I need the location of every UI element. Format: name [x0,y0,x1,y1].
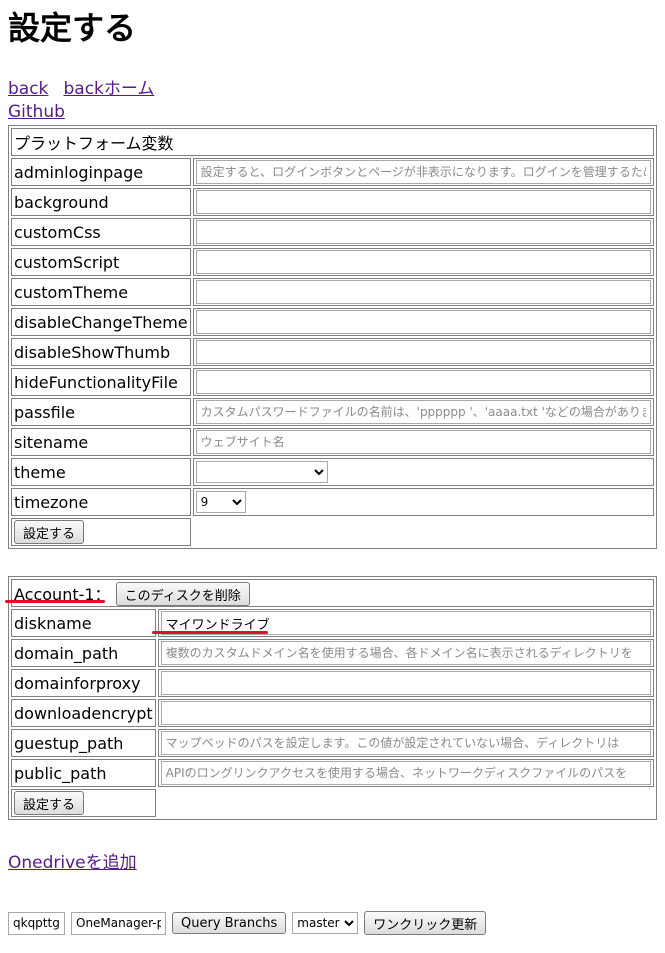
domain-path-input[interactable] [160,641,651,665]
hidefunctionalityfile-input[interactable] [195,370,651,394]
field-label: adminloginpage [11,158,191,186]
account-row-domainforproxy: domainforproxy [11,669,654,697]
field-label: downloadencrypt [11,699,156,727]
platform-row-disablechangetheme: disableChangeTheme [11,308,654,336]
one-click-update-button[interactable]: ワンクリック更新 [364,911,487,935]
annotation-underline-account [5,600,105,603]
platform-submit-button[interactable]: 設定する [14,520,85,544]
field-label: timezone [11,488,191,516]
field-label: domainforproxy [11,669,156,697]
platform-row-customscript: customScript [11,248,654,276]
platform-row-disableshowthumb: disableShowThumb [11,338,654,366]
field-label: hideFunctionalityFile [11,368,191,396]
nav-links: back backホーム [8,78,154,100]
delete-disk-button[interactable]: このディスクを削除 [115,581,250,606]
account-row-diskname: diskname [11,609,654,637]
github-nav: Github [8,101,65,123]
platform-header-row: プラットフォーム変数 [11,128,654,156]
platform-row-background: background [11,188,654,216]
account-row-guestup-path: guestup_path [11,729,654,757]
public-path-input[interactable] [160,761,651,785]
adminloginpage-input[interactable] [195,160,651,184]
platform-row-timezone: timezone 9 [11,488,654,516]
field-label: customTheme [11,278,191,306]
account-submit-button[interactable]: 設定する [14,791,85,815]
platform-row-sitename: sitename [11,428,654,456]
customtheme-input[interactable] [195,280,651,304]
domainforproxy-input[interactable] [160,671,651,695]
account-row-public-path: public_path [11,759,654,787]
customcss-input[interactable] [195,220,651,244]
disableshowthumb-input[interactable] [195,340,651,364]
field-label: disableShowThumb [11,338,191,366]
query-branchs-button[interactable]: Query Branchs [172,912,287,934]
field-label: passfile [11,398,191,426]
disablechangetheme-input[interactable] [195,310,651,334]
branch-select[interactable]: master [292,912,359,934]
platform-row-customcss: customCss [11,218,654,246]
account-row-downloadencrypt: downloadencrypt [11,699,654,727]
platform-header: プラットフォーム変数 [11,128,654,156]
field-label: sitename [11,428,191,456]
annotation-underline-diskname [152,631,268,634]
field-label: public_path [11,759,156,787]
field-label: customScript [11,248,191,276]
field-label: theme [11,458,191,486]
account-header-row: Account-1： このディスクを削除 [11,579,654,607]
guestup-path-input[interactable] [160,731,651,755]
field-label: diskname [11,609,156,637]
account-row-domain-path: domain_path [11,639,654,667]
github-link[interactable]: Github [8,102,65,122]
timezone-select[interactable]: 9 [195,491,246,513]
page-title: 設定する [8,9,137,47]
platform-submit-row: 設定する [11,518,654,546]
repo-owner-input[interactable] [8,911,65,935]
field-label: disableChangeTheme [11,308,191,336]
account-table: Account-1： このディスクを削除 diskname domain_pat… [8,576,657,820]
add-onedrive-container: Onedriveを追加 [8,848,137,873]
sitename-input[interactable] [195,430,651,454]
account-submit-row: 設定する [11,789,654,817]
customscript-input[interactable] [195,250,651,274]
platform-row-adminloginpage: adminloginpage [11,158,654,186]
theme-select[interactable] [195,461,328,483]
repo-name-input[interactable] [71,911,166,935]
update-toolbar: Query Branchs master ワンクリック更新 [8,911,487,935]
field-label: customCss [11,218,191,246]
platform-row-hidefunctionalityfile: hideFunctionalityFile [11,368,654,396]
passfile-input[interactable] [195,400,651,424]
add-onedrive-link[interactable]: Onedriveを追加 [8,853,137,873]
downloadencrypt-input[interactable] [160,701,651,725]
field-label: guestup_path [11,729,156,757]
platform-row-passfile: passfile [11,398,654,426]
platform-variables-table: プラットフォーム変数 adminloginpage background cus… [8,125,657,549]
field-label: background [11,188,191,216]
back-home-link[interactable]: backホーム [64,79,155,99]
background-input[interactable] [195,190,651,214]
field-label: domain_path [11,639,156,667]
back-link[interactable]: back [8,79,48,99]
platform-row-customtheme: customTheme [11,278,654,306]
platform-row-theme: theme [11,458,654,486]
